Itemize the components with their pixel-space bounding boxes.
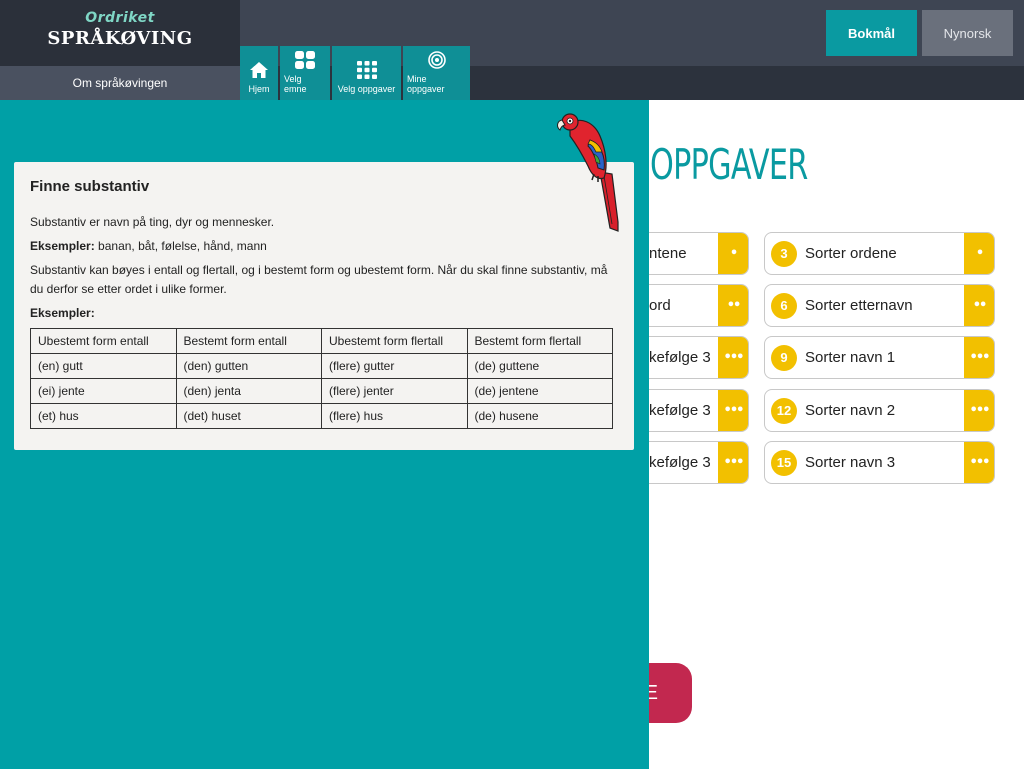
task-label: Sorter etternavn: [805, 297, 913, 314]
brand-logo[interactable]: Ordriket SPRÅKØVING: [0, 0, 240, 66]
difficulty-indicator: •••: [718, 390, 748, 431]
task-number-badge: 12: [771, 397, 797, 424]
difficulty-indicator: ••: [718, 285, 748, 326]
table-row: (et) hus (det) huset (flere) hus (de) hu…: [30, 403, 613, 429]
task-label: ntene: [649, 245, 687, 262]
task-card[interactable]: 3 Sorter ordene •: [764, 232, 995, 275]
table-header: Bestemt form flertall: [466, 328, 613, 354]
table-cell: (et) hus: [30, 403, 177, 429]
difficulty-indicator: •••: [964, 390, 994, 431]
table-cell: (den) gutten: [175, 353, 322, 379]
table-cell: (flere) jenter: [321, 378, 468, 404]
grid-nine-icon: [356, 61, 377, 79]
table-cell: (det) huset: [175, 403, 322, 429]
task-number-badge: 9: [771, 344, 797, 371]
task-label: Sorter ordene: [805, 245, 897, 262]
ordriket-logo: Ordriket: [85, 10, 155, 26]
nav-home[interactable]: Hjem: [240, 46, 278, 100]
nav-my-tasks[interactable]: Mine oppgaver: [403, 46, 470, 100]
task-label: Sorter navn 2: [805, 402, 896, 419]
info-intro: Substantiv er navn på ting, dyr og menne…: [30, 215, 275, 229]
nav-select-topic-label: Velg emne: [284, 74, 307, 94]
task-card[interactable]: 12 Sorter navn 2 •••: [764, 389, 995, 432]
task-card[interactable]: 15 Sorter navn 3 •••: [764, 441, 995, 484]
info-title: Finne substantiv: [30, 178, 150, 195]
nav-my-tasks-label: Mine oppgaver: [407, 74, 445, 94]
difficulty-indicator: •: [718, 233, 748, 274]
info-examples: Eksempler: banan, båt, følelse, hånd, ma…: [30, 237, 618, 256]
bokmal-button[interactable]: Bokmål: [826, 10, 917, 56]
task-number-badge: 6: [771, 292, 797, 319]
table-cell: (ei) jente: [30, 378, 177, 404]
examples-text: banan, båt, følelse, hånd, mann: [98, 239, 267, 253]
grid-four-icon: [295, 51, 315, 69]
table-header: Bestemt form entall: [175, 328, 322, 354]
table-header: Ubestemt form entall: [30, 328, 177, 354]
examples-label: Eksempler:: [30, 239, 95, 253]
nynorsk-button[interactable]: Nynorsk: [922, 10, 1013, 56]
app-title: SPRÅKØVING: [47, 28, 193, 49]
table-header-row: Ubestemt form entall Bestemt form entall…: [30, 328, 613, 354]
page-heading: OPPGAVER: [650, 140, 808, 189]
noun-forms-table: Ubestemt form entall Bestemt form entall…: [30, 328, 613, 429]
parrot-icon: [557, 113, 619, 232]
difficulty-indicator: •: [964, 233, 994, 274]
table-row: (ei) jente (den) jenta (flere) jenter (d…: [30, 378, 613, 404]
difficulty-indicator: •••: [964, 337, 994, 378]
difficulty-indicator: ••: [964, 285, 994, 326]
task-number-badge: 15: [771, 449, 797, 476]
difficulty-indicator: •••: [718, 442, 748, 483]
task-card[interactable]: 9 Sorter navn 1 •••: [764, 336, 995, 379]
table-cell: (flere) gutter: [321, 353, 468, 379]
task-label: kefølge 3: [649, 349, 711, 366]
main-nav: Hjem Velg emne Velg oppgaver Mine oppgav…: [240, 46, 472, 100]
difficulty-indicator: •••: [718, 337, 748, 378]
table-row: (en) gutt (den) gutten (flere) gutter (d…: [30, 353, 613, 379]
task-card[interactable]: 6 Sorter etternavn ••: [764, 284, 995, 327]
table-examples-label: Eksempler:: [30, 306, 95, 320]
table-cell: (de) guttene: [466, 353, 613, 379]
task-label: Sorter navn 1: [805, 349, 896, 366]
nav-home-label: Hjem: [248, 84, 270, 94]
task-number-badge: 3: [771, 240, 797, 267]
info-paragraph: Substantiv kan bøyes i entall og flertal…: [30, 263, 608, 296]
nav-select-tasks-label: Velg oppgaver: [337, 84, 396, 94]
table-cell: (de) husene: [466, 403, 613, 429]
target-icon: [427, 51, 446, 69]
task-label: ord: [649, 297, 671, 314]
table-cell: (en) gutt: [30, 353, 177, 379]
info-card: Finne substantiv Substantiv er navn på t…: [14, 162, 634, 450]
task-label: Sorter navn 3: [805, 454, 896, 471]
table-cell: (de) jentene: [466, 378, 613, 404]
table-cell: (flere) hus: [321, 403, 468, 429]
about-link[interactable]: Om språkøvingen: [0, 66, 240, 100]
nav-select-topic[interactable]: Velg emne: [280, 46, 330, 100]
task-label: kefølge 3: [649, 402, 711, 419]
table-header: Ubestemt form flertall: [321, 328, 468, 354]
task-label: kefølge 3: [649, 454, 711, 471]
difficulty-indicator: •••: [964, 442, 994, 483]
home-icon: [250, 62, 268, 78]
table-cell: (den) jenta: [175, 378, 322, 404]
nav-select-tasks[interactable]: Velg oppgaver: [332, 46, 401, 100]
